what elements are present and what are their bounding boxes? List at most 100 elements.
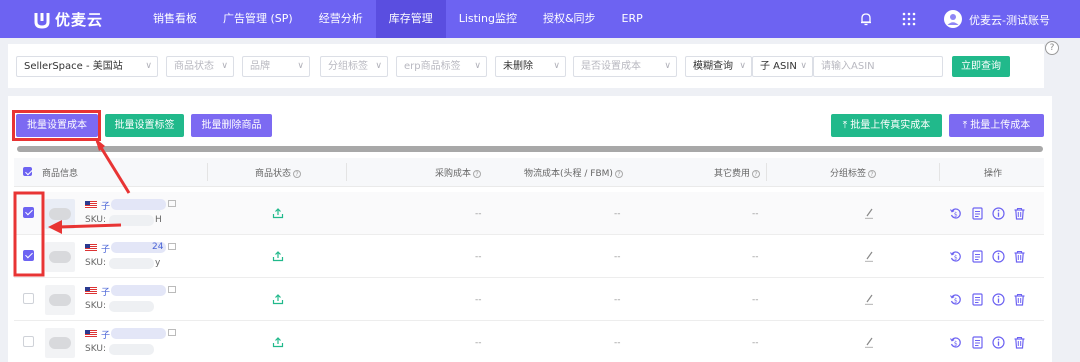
asin-value-redacted[interactable] [111, 328, 166, 339]
edit-tag-icon[interactable] [864, 250, 874, 262]
purchase-cost-value: -- [475, 295, 482, 305]
help-icon[interactable]: ? [868, 170, 877, 178]
us-flag-icon [85, 287, 97, 295]
document-icon[interactable] [971, 336, 984, 349]
info-icon[interactable] [992, 293, 1005, 306]
erp-tag-placeholder: erp商品标签 [404, 61, 461, 72]
logistics-cost-value: -- [614, 295, 621, 305]
delete-icon[interactable] [1013, 293, 1026, 306]
delete-icon[interactable] [1013, 336, 1026, 349]
delete-icon[interactable] [1013, 250, 1026, 263]
brand-placeholder: 品牌 [250, 61, 270, 72]
external-link-icon[interactable] [168, 286, 176, 293]
row-checkbox[interactable] [23, 293, 34, 304]
history-icon[interactable]: $ [949, 336, 962, 349]
sku-value-redacted [109, 301, 154, 312]
delete-icon[interactable] [1013, 207, 1026, 220]
table-row[interactable] [14, 278, 1044, 321]
edit-tag-icon[interactable] [864, 336, 874, 348]
select-all-checkbox[interactable] [23, 167, 32, 176]
help-icon[interactable]: ? [614, 170, 623, 178]
upload-icon[interactable] [272, 207, 284, 219]
external-link-icon[interactable] [168, 200, 176, 207]
external-link-icon[interactable] [168, 243, 176, 250]
nav-erp[interactable]: ERP [609, 0, 656, 38]
upload-icon[interactable] [272, 250, 284, 262]
app-logo[interactable]: 优麦云 [34, 9, 103, 30]
upload-icon[interactable] [272, 293, 284, 305]
history-icon[interactable]: $ [949, 293, 962, 306]
group-tag-select[interactable]: 分组标签 ∨ [320, 56, 388, 77]
chevron-down-icon: ∨ [375, 61, 382, 71]
th-status: 商品状态? [255, 166, 302, 179]
svg-text:$: $ [954, 212, 958, 219]
table-row[interactable] [14, 235, 1044, 278]
logistics-cost-value: -- [614, 209, 621, 219]
info-icon[interactable] [992, 250, 1005, 263]
nav-inventory[interactable]: 库存管理 [375, 0, 446, 38]
other-fee-value: -- [752, 295, 759, 305]
document-icon[interactable] [971, 250, 984, 263]
document-icon[interactable] [971, 207, 984, 220]
help-icon[interactable]: ? [293, 170, 302, 178]
info-icon[interactable] [992, 207, 1005, 220]
product-thumbnail[interactable] [45, 199, 75, 229]
svg-text:$: $ [954, 341, 958, 348]
help-icon[interactable]: ? [752, 170, 761, 178]
history-icon[interactable]: $ [949, 207, 962, 220]
th-purchase-cost-label: 采购成本 [435, 169, 472, 179]
nav-ads[interactable]: 广告管理 (SP) [210, 0, 306, 38]
edit-tag-icon[interactable] [864, 207, 874, 219]
deleted-select[interactable]: 未删除 ∨ [495, 56, 566, 77]
th-logistics-cost-label: 物流成本(头程 / FBM) [524, 169, 613, 179]
child-asin-label: 子 [101, 202, 111, 212]
upload-icon[interactable] [272, 336, 284, 348]
chevron-down-icon: ∨ [553, 61, 560, 71]
batch-set-tag-button[interactable]: 批量设置标签 [105, 114, 184, 137]
brand-select[interactable]: 品牌 ∨ [242, 56, 310, 77]
apps-grid-icon[interactable] [902, 12, 916, 26]
external-link-icon[interactable] [168, 329, 176, 336]
nav-analysis[interactable]: 经营分析 [306, 0, 376, 38]
nav-listing-monitor[interactable]: Listing监控 [446, 0, 530, 38]
help-icon[interactable]: ? [473, 170, 482, 178]
search-field-select[interactable]: 子 ASIN ∨ [752, 56, 813, 77]
erp-tag-select[interactable]: erp商品标签 ∨ [396, 56, 487, 77]
shop-select[interactable]: SellerSpace - 美国站 ∨ [16, 56, 158, 77]
asin-value-redacted[interactable] [111, 285, 166, 296]
asin-search-input[interactable]: 请输入ASIN [813, 56, 943, 77]
product-image [49, 294, 71, 306]
match-mode-select[interactable]: 模糊查询 ∨ [685, 56, 752, 77]
info-icon[interactable] [992, 336, 1005, 349]
svg-text:$: $ [954, 298, 958, 305]
avatar[interactable] [944, 10, 962, 28]
purchase-cost-value: -- [475, 209, 482, 219]
product-thumbnail[interactable] [45, 328, 75, 358]
table-row[interactable] [14, 192, 1044, 235]
sku-tail: H [155, 215, 162, 225]
cost-set-select[interactable]: 是否设置成本 ∨ [573, 56, 677, 77]
help-icon[interactable]: ? [1045, 41, 1059, 55]
row-checkbox[interactable] [23, 250, 34, 261]
product-status-select[interactable]: 商品状态 ∨ [166, 56, 234, 77]
document-icon[interactable] [971, 293, 984, 306]
user-name[interactable]: 优麦云-测试账号 [969, 12, 1050, 28]
history-icon[interactable]: $ [949, 250, 962, 263]
row-checkbox[interactable] [23, 336, 34, 347]
product-thumbnail[interactable] [45, 242, 75, 272]
table-row[interactable] [14, 321, 1044, 362]
product-image [49, 208, 71, 220]
bell-icon[interactable] [859, 12, 873, 26]
child-asin-label: 子 [101, 245, 111, 255]
nav-sales-board[interactable]: 销售看板 [140, 0, 210, 38]
nav-auth-sync[interactable]: 授权&同步 [530, 0, 609, 38]
query-button[interactable]: 立即查询 [952, 56, 1010, 77]
product-thumbnail[interactable] [45, 285, 75, 315]
asin-value-redacted[interactable] [111, 199, 166, 210]
batch-delete-button[interactable]: 批量删除商品 [191, 114, 272, 137]
row-checkbox[interactable] [23, 207, 34, 218]
horizontal-scrollbar[interactable] [17, 146, 1043, 152]
upload-real-cost-button[interactable]: ⤒ 批量上传真实成本 [831, 114, 942, 137]
upload-cost-button[interactable]: ⤒ 批量上传成本 [949, 114, 1044, 137]
edit-tag-icon[interactable] [864, 293, 874, 305]
